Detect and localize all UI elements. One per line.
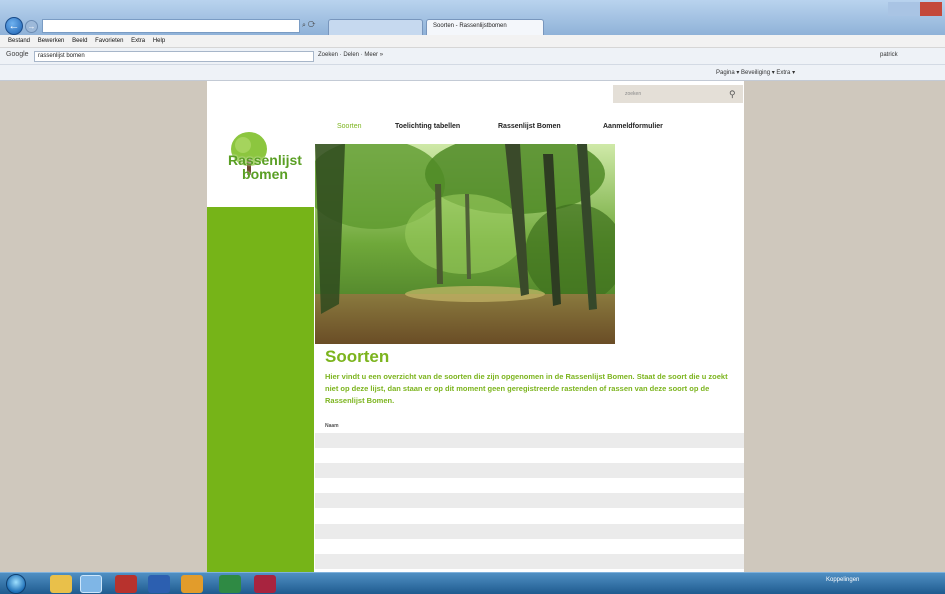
- explorer-icon[interactable]: [50, 575, 72, 593]
- taskbar: Koppelingen: [0, 572, 945, 594]
- word-icon[interactable]: [148, 575, 170, 593]
- acrobat-icon[interactable]: [115, 575, 137, 593]
- google-toolbar: Google rassenlijst bomen Zoeken · Delen …: [0, 48, 945, 65]
- minimize-button[interactable]: [888, 2, 904, 16]
- command-bar[interactable]: Pagina ▾ Beveiliging ▾ Extra ▾: [716, 69, 944, 76]
- favorites-list: [5, 69, 705, 75]
- arrow-left-icon: ←: [8, 20, 20, 32]
- list-item[interactable]: [315, 448, 744, 464]
- green-sidebar: [207, 207, 314, 572]
- logo-text-line2: bomen: [242, 166, 288, 182]
- intro-text: Hier vindt u een overzicht van de soorte…: [325, 372, 728, 405]
- list-item[interactable]: [315, 463, 744, 479]
- address-controls[interactable]: ⌕ ⟳: [302, 19, 326, 33]
- nav-aanmeldformulier[interactable]: Aanmeldformulier: [603, 123, 663, 130]
- access-icon[interactable]: [254, 575, 276, 593]
- menu-favorieten[interactable]: Favorieten: [95, 38, 123, 44]
- forest-hero-image: [315, 144, 615, 344]
- magnifier-icon[interactable]: ⚲: [729, 88, 741, 100]
- species-list: [315, 433, 744, 572]
- list-item[interactable]: [315, 433, 744, 449]
- system-tray[interactable]: Koppelingen: [826, 577, 941, 583]
- list-item[interactable]: [315, 538, 744, 554]
- site-logo[interactable]: Rassenlijst bomen: [207, 111, 314, 207]
- tab-active[interactable]: Soorten - Rassenlijstbomen: [426, 19, 544, 35]
- page-title: Soorten: [325, 347, 390, 366]
- menu-bestand[interactable]: Bestand: [8, 38, 30, 44]
- quick-access-toolbar[interactable]: [40, 2, 150, 10]
- google-account[interactable]: patrick: [880, 52, 942, 58]
- menu-bar: Bestand Bewerken Beeld Favorieten Extra …: [0, 35, 945, 48]
- address-bar[interactable]: [42, 19, 300, 33]
- google-logo: Google: [6, 51, 29, 58]
- browser-titlebar: ← → ⌕ ⟳ Soorten - Rassenlijstbomen: [0, 0, 945, 35]
- list-item[interactable]: [315, 553, 744, 569]
- refresh-icon[interactable]: ⟳: [308, 22, 316, 29]
- excel-icon[interactable]: [219, 575, 241, 593]
- close-button[interactable]: [920, 2, 942, 16]
- internet-explorer-icon[interactable]: [80, 575, 102, 593]
- tab-1[interactable]: [328, 19, 423, 35]
- list-item[interactable]: [315, 478, 744, 494]
- menu-beeld[interactable]: Beeld: [72, 38, 87, 44]
- menu-bewerken[interactable]: Bewerken: [38, 38, 65, 44]
- utility-nav: [415, 90, 595, 96]
- list-item[interactable]: [315, 493, 744, 509]
- forward-button[interactable]: →: [25, 20, 38, 33]
- list-header: Naam: [325, 423, 339, 429]
- site-search: zoeken ⚲: [613, 85, 743, 103]
- list-item[interactable]: [315, 523, 744, 539]
- window-controls: [888, 2, 944, 16]
- nav-rassenlijst-bomen[interactable]: Rassenlijst Bomen: [498, 123, 561, 130]
- outlook-icon[interactable]: [181, 575, 203, 593]
- start-button[interactable]: [6, 574, 26, 594]
- google-search-input[interactable]: rassenlijst bomen: [34, 51, 314, 62]
- back-button[interactable]: ←: [5, 17, 23, 35]
- logo-text: Rassenlijst bomen: [219, 153, 311, 181]
- web-page: zoeken ⚲ Rassenlijst bomen Soorten Toeli…: [207, 81, 744, 572]
- nav-soorten[interactable]: Soorten: [337, 123, 362, 130]
- nav-toelichting-tabellen[interactable]: Toelichting tabellen: [395, 123, 460, 130]
- arrow-right-icon: →: [27, 22, 36, 31]
- menu-extra[interactable]: Extra: [131, 38, 145, 44]
- favorites-bar: Pagina ▾ Beveiliging ▾ Extra ▾: [0, 65, 945, 81]
- main-nav: Soorten Toelichting tabellen Rassenlijst…: [337, 123, 737, 137]
- site-search-input[interactable]: zoeken: [625, 89, 707, 99]
- maximize-button[interactable]: [904, 2, 920, 16]
- google-tools[interactable]: Zoeken · Delen · Meer »: [318, 52, 618, 62]
- search-icon[interactable]: ⌕: [302, 22, 306, 29]
- menu-help[interactable]: Help: [153, 38, 165, 44]
- list-item[interactable]: [315, 508, 744, 524]
